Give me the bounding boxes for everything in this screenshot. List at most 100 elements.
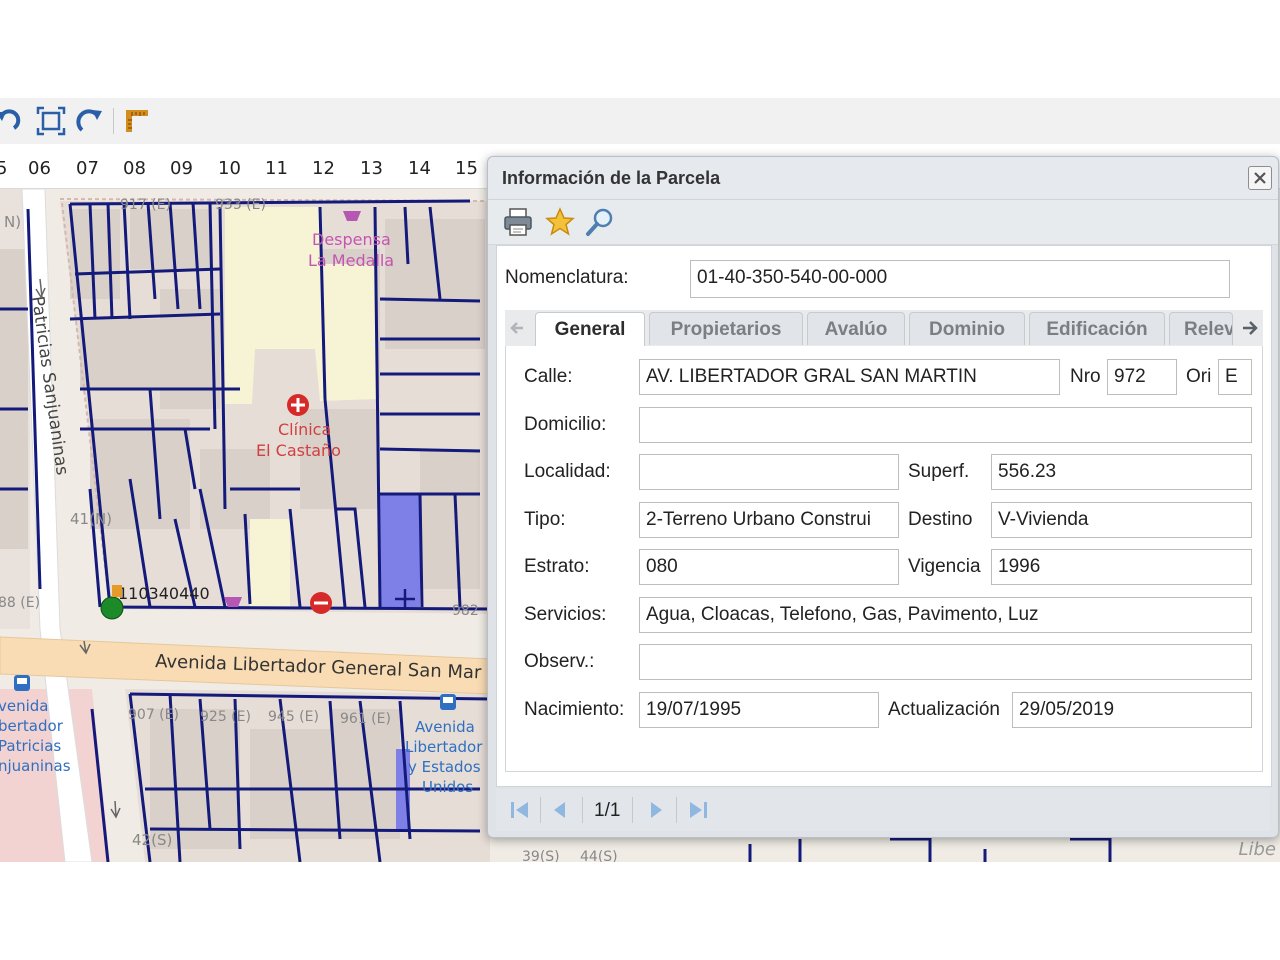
- close-icon: [1254, 172, 1266, 184]
- map-attribution: Libe: [1238, 839, 1276, 860]
- ruler-number: 06: [28, 158, 51, 179]
- calle-field[interactable]: AV. LIBERTADOR GRAL SAN MARTIN: [639, 359, 1060, 395]
- star-icon[interactable]: [544, 206, 576, 238]
- ruler-number: 07: [76, 158, 99, 179]
- bus-stop-label: venida: [0, 697, 49, 715]
- dialog-toolbar: [488, 200, 1278, 245]
- nro-field[interactable]: 972: [1107, 359, 1177, 395]
- bus-stop-label: Patricias: [0, 737, 61, 755]
- observ-field[interactable]: [639, 644, 1252, 680]
- block-label: 933 (E): [215, 197, 266, 213]
- selected-parcel[interactable]: [380, 494, 420, 607]
- poi-label: Clínica: [278, 420, 331, 439]
- block-label: 982: [452, 603, 479, 619]
- toolbar-separator: [113, 108, 114, 134]
- tab-general[interactable]: General: [535, 312, 645, 347]
- ruler-number: 15: [455, 158, 478, 179]
- last-page-button[interactable]: [684, 796, 712, 824]
- nacimiento-label: Nacimiento:: [524, 699, 625, 720]
- zoom-extent-icon[interactable]: [36, 106, 66, 136]
- prev-page-icon: [554, 802, 565, 818]
- poi-label: Despensa: [312, 230, 391, 249]
- block-label: 41(N): [70, 510, 112, 528]
- block-label: 917 (E): [120, 197, 171, 213]
- domicilio-field[interactable]: [639, 407, 1252, 443]
- record-pager: 1/1: [496, 789, 1270, 831]
- hospital-icon: [287, 394, 309, 416]
- tab-dominio[interactable]: Dominio: [909, 312, 1025, 345]
- nomenclatura-field[interactable]: 01-40-350-540-00-000: [690, 260, 1230, 298]
- gis-app: 5 06 07 08 09 10 11 12 13 14 15 Despensa…: [0, 98, 1280, 862]
- tab-relevamiento[interactable]: Relev: [1169, 312, 1233, 345]
- nro-label: Nro: [1070, 366, 1101, 387]
- last-page-icon: [690, 802, 707, 818]
- poi-label: La Medalla: [308, 251, 394, 270]
- bus-stop-label: njuaninas: [0, 757, 71, 775]
- next-page-button[interactable]: [642, 796, 670, 824]
- close-button[interactable]: [1248, 166, 1272, 190]
- plaza-area-small: [250, 519, 290, 609]
- estrato-field[interactable]: 080: [639, 549, 899, 585]
- pager-separator: [676, 797, 677, 823]
- prev-page-button[interactable]: [546, 796, 574, 824]
- printer-icon[interactable]: [502, 206, 534, 238]
- vigencia-field[interactable]: 1996: [991, 549, 1252, 585]
- tab-scroll-right[interactable]: [1235, 310, 1263, 346]
- one-way-arrow-icon: [110, 800, 121, 819]
- nacimiento-field[interactable]: 19/07/1995: [639, 692, 879, 728]
- servicios-label: Servicios:: [524, 604, 607, 625]
- bus-stop-label: Libertador: [405, 738, 483, 756]
- tab-propietarios[interactable]: Propietarios: [649, 312, 803, 345]
- first-page-button[interactable]: [506, 796, 534, 824]
- next-page-icon: [651, 802, 662, 818]
- pager-separator: [540, 797, 541, 823]
- ori-field[interactable]: E: [1218, 359, 1252, 395]
- nomenclatura-label: Nomenclatura:: [505, 267, 629, 288]
- calle-label: Calle:: [524, 366, 573, 387]
- page-indicator: 1/1: [594, 800, 621, 821]
- block-label: 961 (E): [340, 711, 391, 727]
- dialog-body: Nomenclatura: 01-40-350-540-00-000 Gener…: [496, 245, 1272, 787]
- tab-scroll-left[interactable]: [505, 310, 533, 346]
- parcel-info-dialog: Información de la Parcela Nomenclatura: …: [487, 156, 1279, 838]
- block-label: 907 (E): [128, 707, 179, 723]
- destino-label: Destino: [908, 509, 973, 530]
- tipo-field[interactable]: 2-Terreno Urbano Construi: [639, 502, 899, 538]
- bus-stop-label: Unidos: [422, 778, 473, 796]
- arrow-right-icon: [1243, 321, 1258, 335]
- block-label: 44(S): [580, 849, 618, 862]
- location-marker-icon[interactable]: [100, 585, 124, 620]
- localidad-field[interactable]: [639, 454, 899, 490]
- ori-label: Ori: [1186, 366, 1212, 387]
- actualizacion-field[interactable]: 29/05/2019: [1012, 692, 1252, 728]
- ruler-number: 12: [312, 158, 335, 179]
- destino-field[interactable]: V-Vivienda: [991, 502, 1252, 538]
- ruler-number: 10: [218, 158, 241, 179]
- tipo-label: Tipo:: [524, 509, 566, 530]
- magnifier-icon[interactable]: [584, 206, 616, 238]
- redo-icon[interactable]: [76, 106, 106, 136]
- bus-stop-label: bertador: [0, 717, 64, 735]
- estrato-label: Estrato:: [524, 556, 590, 577]
- hospital-icon: [310, 592, 332, 614]
- tab-avaluo[interactable]: Avalúo: [807, 312, 905, 345]
- bus-stop-label: y Estados: [408, 758, 481, 776]
- block-label: 945 (E): [268, 709, 319, 725]
- undo-icon[interactable]: [0, 106, 22, 136]
- superf-field[interactable]: 556.23: [991, 454, 1252, 490]
- ruler-number: 08: [123, 158, 146, 179]
- measure-icon[interactable]: [122, 106, 152, 136]
- superf-label: Superf.: [908, 461, 970, 482]
- observ-label: Observ.:: [524, 651, 595, 672]
- block-label: N): [4, 213, 21, 231]
- tab-edificacion[interactable]: Edificación: [1029, 312, 1165, 345]
- dialog-header[interactable]: Información de la Parcela: [488, 157, 1278, 200]
- actualizacion-label: Actualización: [888, 699, 1000, 720]
- domicilio-label: Domicilio:: [524, 414, 607, 435]
- arrow-left-icon: [510, 322, 523, 334]
- map-toolbar: [0, 98, 1280, 145]
- general-tab-panel: Calle: AV. LIBERTADOR GRAL SAN MARTIN Nr…: [505, 346, 1263, 772]
- block-label: 88 (E): [0, 595, 40, 611]
- servicios-field[interactable]: Agua, Cloacas, Telefono, Gas, Pavimento,…: [639, 597, 1252, 633]
- localidad-label: Localidad:: [524, 461, 611, 482]
